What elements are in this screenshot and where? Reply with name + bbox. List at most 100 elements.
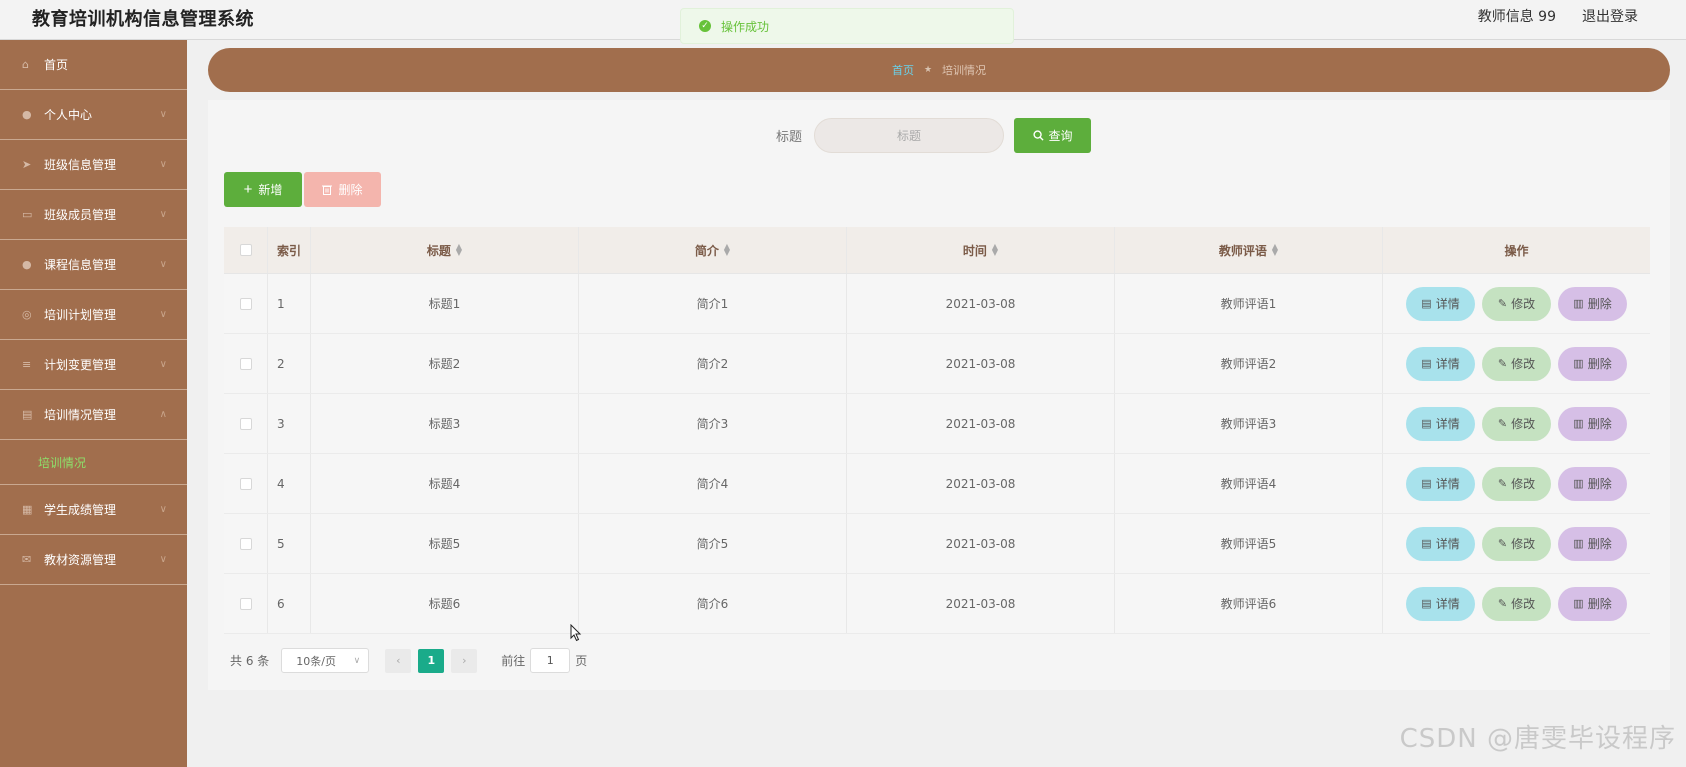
sidebar-item-7[interactable]: ▤ 培训情况管理 ∧	[0, 390, 187, 440]
edit-button[interactable]: ✎ 修改	[1482, 586, 1551, 621]
table-row: 2 标题2 简介2 2021-03-08 教师评语2 ▤ 详情 ✎ 修改 ▥ 删除	[224, 334, 1650, 394]
table-row: 6 标题6 简介6 2021-03-08 教师评语6 ▤ 详情 ✎ 修改 ▥ 删除	[224, 574, 1650, 634]
delete-button[interactable]: ▥ 删除	[1558, 286, 1627, 321]
bulk-delete-button[interactable]: 删除	[304, 172, 381, 207]
sidebar-item-label: 首页	[44, 58, 69, 72]
sort-icon[interactable]: ▲ ▼	[992, 243, 998, 257]
next-page-button[interactable]: ›	[451, 648, 478, 673]
column-header-title-label: 标题	[426, 243, 451, 258]
page-size-value: 10条/页	[296, 654, 336, 668]
pencil-icon: ✎	[1497, 598, 1508, 610]
pencil-icon: ✎	[1497, 478, 1508, 490]
delete-button[interactable]: ▥ 删除	[1558, 586, 1627, 621]
row-checkbox[interactable]	[239, 537, 252, 550]
edit-button[interactable]: ✎ 修改	[1482, 406, 1551, 441]
edit-button[interactable]: ✎ 修改	[1482, 526, 1551, 561]
column-header-time[interactable]: 时间 ▲ ▼	[847, 227, 1115, 273]
user-info-link[interactable]: 教师信息 99	[1478, 6, 1556, 26]
sidebar-item-4[interactable]: ● 课程信息管理 ∨	[0, 240, 187, 290]
detail-button[interactable]: ▤ 详情	[1406, 466, 1475, 501]
sidebar-item-2[interactable]: ➤ 班级信息管理 ∨	[0, 140, 187, 190]
cell-title: 标题1	[311, 274, 579, 333]
column-header-comment[interactable]: 教师评语 ▲ ▼	[1115, 227, 1383, 273]
delete-button-label: 删除	[1587, 537, 1612, 551]
sidebar-item-3[interactable]: ▭ 班级成员管理 ∨	[0, 190, 187, 240]
pencil-icon: ✎	[1497, 298, 1508, 310]
search-row: 标题 查询	[776, 118, 1092, 153]
breadcrumb: 首页 ★ 培训情况	[208, 48, 1670, 92]
row-checkbox[interactable]	[239, 297, 252, 310]
sidebar-item-1[interactable]: ● 个人中心 ∨	[0, 90, 187, 140]
cell-time: 2021-03-08	[847, 394, 1115, 453]
toast-text: 操作成功	[721, 19, 770, 34]
cell-title: 标题5	[311, 514, 579, 573]
delete-button[interactable]: ▥ 删除	[1558, 406, 1627, 441]
trash-icon: ▥	[1573, 598, 1584, 610]
cell-comment: 教师评语1	[1115, 274, 1383, 333]
cell-brief: 简介2	[579, 334, 847, 393]
add-button[interactable]: + 新增	[224, 172, 302, 207]
delete-button[interactable]: ▥ 删除	[1558, 346, 1627, 381]
detail-button[interactable]: ▤ 详情	[1406, 286, 1475, 321]
chevron-right-icon: ›	[462, 654, 467, 667]
detail-button[interactable]: ▤ 详情	[1406, 526, 1475, 561]
file-icon: ▤	[1421, 358, 1432, 370]
sort-icon[interactable]: ▲ ▼	[456, 243, 462, 257]
user-icon: ●	[22, 108, 32, 121]
search-input[interactable]	[814, 118, 1005, 153]
row-checkbox-cell	[224, 394, 268, 453]
delete-button-label: 删除	[1587, 357, 1612, 371]
edit-button[interactable]: ✎ 修改	[1482, 346, 1551, 381]
breadcrumb-home[interactable]: 首页	[892, 62, 914, 78]
page-suffix: 页	[575, 654, 588, 668]
table-row: 5 标题5 简介5 2021-03-08 教师评语5 ▤ 详情 ✎ 修改 ▥ 删除	[224, 514, 1650, 574]
sort-icon[interactable]: ▲ ▼	[724, 243, 730, 257]
column-header-title[interactable]: 标题 ▲ ▼	[311, 227, 579, 273]
delete-button[interactable]: ▥ 删除	[1558, 466, 1627, 501]
file-icon: ▤	[1421, 538, 1432, 550]
detail-button[interactable]: ▤ 详情	[1406, 406, 1475, 441]
row-checkbox[interactable]	[239, 357, 252, 370]
edit-button-label: 修改	[1511, 297, 1536, 311]
detail-button-label: 详情	[1435, 297, 1460, 311]
delete-button-label: 删除	[1587, 417, 1612, 431]
table-row: 1 标题1 简介1 2021-03-08 教师评语1 ▤ 详情 ✎ 修改 ▥ 删除	[224, 274, 1650, 334]
sidebar-item-label: 学生成绩管理	[44, 503, 117, 517]
search-button[interactable]: 查询	[1014, 118, 1092, 153]
logout-link[interactable]: 退出登录	[1582, 6, 1638, 26]
sidebar-item-9[interactable]: ✉ 教材资源管理 ∨	[0, 535, 187, 585]
send-icon: ➤	[22, 158, 32, 171]
page-size-select[interactable]: 10条/页 ∨	[281, 648, 370, 673]
sliders-icon: ≡	[22, 358, 32, 371]
select-all-checkbox[interactable]	[239, 244, 252, 256]
row-checkbox[interactable]	[239, 417, 252, 430]
row-checkbox[interactable]	[239, 597, 252, 610]
detail-button[interactable]: ▤ 详情	[1406, 346, 1475, 381]
pencil-icon: ✎	[1497, 538, 1508, 550]
edit-button[interactable]: ✎ 修改	[1482, 286, 1551, 321]
detail-button[interactable]: ▤ 详情	[1406, 586, 1475, 621]
row-checkbox[interactable]	[239, 477, 252, 490]
trash-icon: ▥	[1573, 358, 1584, 370]
chevron-down-icon: ∨	[159, 159, 167, 170]
page-number-current[interactable]: 1	[418, 648, 445, 673]
watermark: CSDN @唐雯毕设程序	[1399, 724, 1676, 754]
sidebar-item-5[interactable]: ◎ 培训计划管理 ∨	[0, 290, 187, 340]
monitor-icon: ▭	[22, 208, 33, 221]
sidebar-item-0[interactable]: ⌂ 首页	[0, 40, 187, 90]
trash-icon: ▥	[1573, 478, 1584, 490]
sort-icon[interactable]: ▲ ▼	[1272, 243, 1278, 257]
cell-brief: 简介4	[579, 454, 847, 513]
goto-page-input[interactable]	[530, 648, 571, 673]
chart-icon: ▦	[22, 503, 33, 516]
sidebar-subitem-active[interactable]: 培训情况	[0, 440, 187, 485]
column-header-brief[interactable]: 简介 ▲ ▼	[579, 227, 847, 273]
check-circle-icon: ✓	[699, 20, 711, 32]
edit-button[interactable]: ✎ 修改	[1482, 466, 1551, 501]
sidebar-item-6[interactable]: ≡ 计划变更管理 ∨	[0, 340, 187, 390]
chevron-up-icon: ∧	[159, 409, 167, 420]
sidebar-item-8[interactable]: ▦ 学生成绩管理 ∨	[0, 485, 187, 535]
prev-page-button[interactable]: ‹	[385, 648, 412, 673]
chevron-down-icon: ∨	[159, 359, 167, 370]
delete-button[interactable]: ▥ 删除	[1558, 526, 1627, 561]
